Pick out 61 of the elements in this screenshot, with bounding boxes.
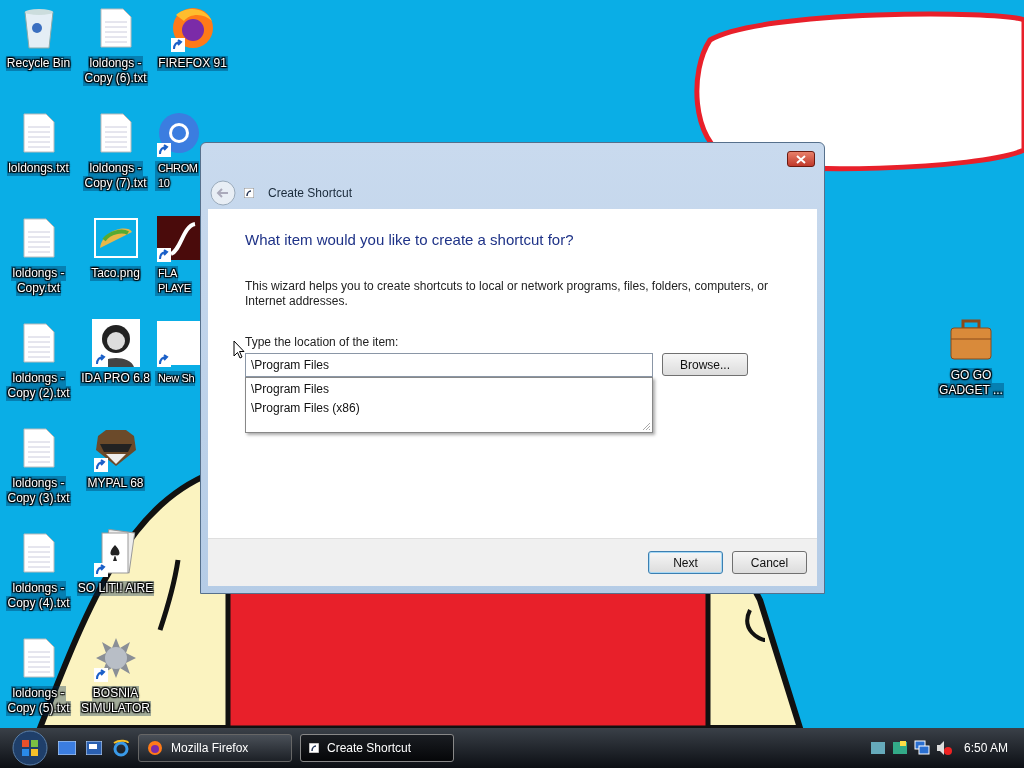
tray-app-icon[interactable] (869, 740, 886, 756)
muted-speaker-icon[interactable] (935, 740, 952, 756)
blank-shortcut-icon[interactable] (157, 321, 201, 365)
icon-label: loldongs.txt (7, 161, 70, 176)
icon-label: MYPAL 68 (86, 476, 145, 491)
icon-label: Copy (6).txt (83, 71, 148, 86)
text-file-icon[interactable] (22, 113, 55, 153)
text-file-icon[interactable] (99, 8, 132, 48)
suggestion-item[interactable]: \Program Files (246, 380, 652, 399)
text-file-icon[interactable] (22, 638, 55, 678)
tray-app-icon[interactable] (891, 740, 908, 756)
next-button[interactable]: Next (648, 551, 723, 574)
network-icon[interactable] (913, 740, 930, 756)
icon-label: GADGET ... (938, 383, 1004, 398)
close-icon (796, 154, 806, 164)
switch-windows-icon[interactable] (86, 741, 102, 755)
field-label: Type the location of the item: (245, 335, 400, 349)
suggestion-item[interactable]: \Program Files (x86) (246, 399, 652, 418)
taskbar-button[interactable]: Create Shortcut (300, 734, 454, 762)
icon-label: GO GO (949, 368, 993, 383)
icon-label: FLA (155, 266, 178, 281)
shortcut-icon (244, 188, 254, 198)
icon-label: PLAYE (155, 281, 192, 296)
taskbar-button[interactable]: Mozilla Firefox (138, 734, 292, 762)
clock[interactable]: 6:50 AM (963, 741, 1008, 755)
icon-label: CHROM (155, 161, 199, 176)
text-file-icon[interactable] (22, 218, 55, 258)
wizard-description: This wizard helps you to create shortcuts to local or network programs, files, folders, computers, or Internet addresses. (245, 279, 769, 309)
browser-icon[interactable] (112, 739, 130, 757)
close-button[interactable] (787, 151, 815, 167)
icon-label: Copy (2).txt (6, 386, 71, 401)
chrome-icon[interactable] (157, 111, 201, 155)
briefcase-icon[interactable] (949, 319, 993, 361)
icon-label: FIREFOX 91 (157, 56, 228, 71)
browse-button[interactable]: Browse... (662, 353, 748, 376)
firefox-icon (147, 740, 163, 756)
icon-label: loldongs - (11, 266, 66, 281)
icon-label: Copy (3).txt (6, 491, 71, 506)
taco-icon[interactable] (93, 218, 138, 258)
icon-label: Taco.png (90, 266, 141, 281)
icon-label: Recycle Bin (5, 56, 72, 71)
icon-label: Copy.txt (15, 281, 62, 296)
icon-label: SIMULATOR (80, 701, 151, 716)
text-file-icon[interactable] (22, 533, 55, 573)
flash-icon[interactable] (157, 216, 201, 260)
start-button-icon[interactable] (12, 730, 48, 766)
location-field[interactable]: \Program Files (245, 353, 653, 377)
text-file-icon[interactable] (22, 428, 55, 468)
icon-label: New Sh (155, 371, 196, 386)
icon-label: Copy (7).txt (83, 176, 148, 191)
cancel-button[interactable]: Cancel (732, 551, 807, 574)
icon-label: Copy (4).txt (6, 596, 71, 611)
wizard-heading: What item would you like to create a shortcut for? (245, 231, 575, 248)
icon-label: IDA PRO 6.8 (80, 371, 151, 386)
text-file-icon[interactable] (22, 323, 55, 363)
icon-label: 10 (155, 176, 171, 191)
resize-grip-icon[interactable] (641, 421, 651, 431)
text-file-icon[interactable] (99, 113, 132, 153)
shortcut-icon (309, 743, 319, 753)
mouse-cursor-icon (233, 340, 245, 359)
dialog-title: Create Shortcut (268, 186, 353, 200)
